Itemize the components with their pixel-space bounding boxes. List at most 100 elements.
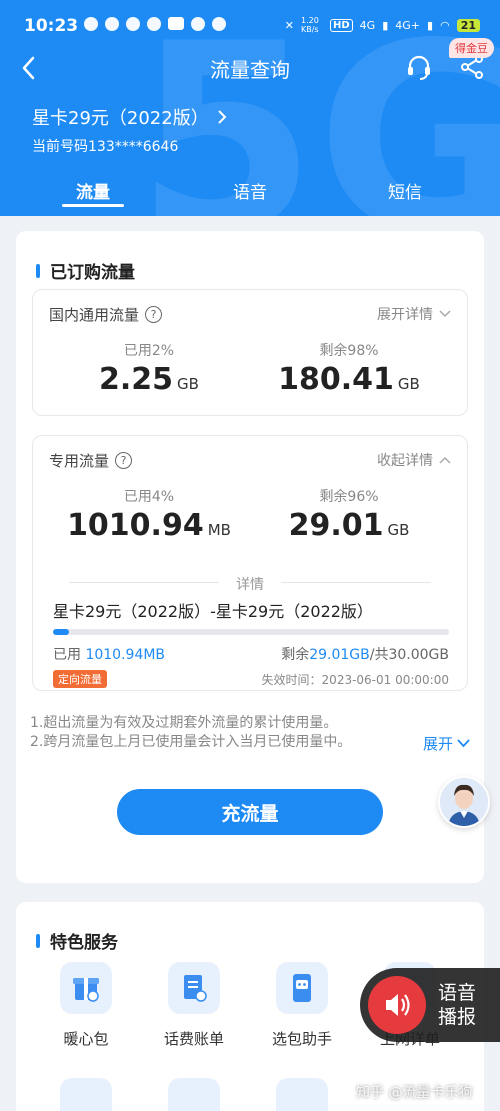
app-notification-icon bbox=[191, 17, 205, 31]
remain-unit: GB bbox=[387, 521, 410, 539]
telegram-icon bbox=[212, 17, 226, 31]
section-title: 已订购流量 bbox=[36, 258, 135, 283]
title-accent-bar bbox=[36, 933, 40, 948]
section-title-text: 已订购流量 bbox=[50, 263, 135, 283]
remain-label: 剩余98% bbox=[319, 343, 379, 359]
remaining-stat: 剩余98% 180.41 GB bbox=[259, 340, 439, 397]
used-prefix: 已用 bbox=[53, 647, 81, 663]
signal-label: 4G bbox=[359, 18, 376, 32]
note-line: 2.跨月流量包上月已使用量会计入当月已使用量中。 bbox=[30, 734, 352, 750]
domestic-title: 国内通用流量 bbox=[49, 306, 140, 324]
detail-divider: 详情 bbox=[49, 574, 451, 593]
wechat-icon bbox=[126, 17, 140, 31]
mute-icon: ✕ bbox=[284, 18, 294, 32]
signal-bars-icon: ▮ bbox=[382, 18, 389, 32]
toggle-label: 收起详情 bbox=[377, 453, 433, 469]
used-unit: GB bbox=[177, 375, 199, 393]
service-label: 暖心包 bbox=[63, 1030, 109, 1048]
app-notification-icon bbox=[168, 17, 184, 30]
collapse-details-toggle[interactable]: 收起详情 bbox=[377, 450, 451, 470]
plan-name[interactable]: 星卡29元（2022版） bbox=[32, 104, 227, 130]
coin-badge[interactable]: 得金豆 bbox=[449, 38, 494, 58]
remain-amount-line: 剩余29.01GB/共30.00GB bbox=[281, 644, 449, 664]
nav-bar: 流量查询 得金豆 bbox=[0, 38, 500, 88]
remain-number: 180.41 bbox=[278, 362, 394, 397]
tab-data[interactable]: 流量 bbox=[62, 178, 124, 203]
domestic-data-box: 国内通用流量 ? 展开详情 已用2% 2.25 GB 剩余98% 180.41 GB bbox=[32, 289, 468, 416]
usage-notes: 1.超出流量为有效及过期套外流量的累计使用量。 2.跨月流量包上月已使用量会计入… bbox=[30, 714, 351, 752]
expand-details-toggle[interactable]: 展开详情 bbox=[377, 304, 451, 324]
expiry-time: 失效时间：2023-06-01 00:00:00 bbox=[261, 673, 449, 687]
signal-bars-icon: ▮ bbox=[427, 18, 434, 32]
subscribed-data-card: 已订购流量 国内通用流量 ? 展开详情 已用2% 2.25 GB 剩余98% 18… bbox=[16, 231, 484, 883]
used-amount: 1010.94MB bbox=[85, 647, 166, 663]
used-label: 已用2% bbox=[123, 343, 175, 359]
dedicated-data-box: 专用流量 ? 收起详情 已用4% 1010.94 MB 剩余96% 29.01 GB… bbox=[32, 435, 468, 691]
current-number: 当前号码133****6646 bbox=[32, 139, 179, 155]
section-title-text: 特色服务 bbox=[50, 933, 118, 953]
service-more[interactable] bbox=[32, 1078, 140, 1111]
title-accent-bar bbox=[36, 263, 40, 278]
status-bar: 10:23 ✕ 1.20 KB/s HD 4G ▮ 4G+ ▮ ◠ 21 bbox=[0, 0, 500, 48]
plan-name-text: 星卡29元（2022版） bbox=[32, 108, 209, 129]
document-check-icon bbox=[168, 1078, 220, 1111]
gift-icon bbox=[60, 962, 112, 1014]
remain-unit: GB bbox=[397, 375, 420, 393]
remain-prefix: 剩余 bbox=[281, 647, 310, 663]
used-number: 2.25 bbox=[99, 362, 174, 397]
used-stat: 已用2% 2.25 GB bbox=[59, 340, 239, 397]
used-value: 1010.94 MB bbox=[59, 508, 239, 543]
app-notification-icon bbox=[84, 17, 98, 31]
voice-broadcast-button[interactable]: 语音 播报 bbox=[360, 968, 500, 1042]
recharge-data-button[interactable]: 充流量 bbox=[117, 789, 383, 835]
expand-notes-link[interactable]: 展开 bbox=[423, 733, 470, 754]
directional-data-tag: 定向流量 bbox=[53, 670, 107, 688]
service-label: 话费账单 bbox=[163, 1030, 224, 1048]
weibo-icon bbox=[147, 17, 161, 31]
headset-icon[interactable] bbox=[406, 54, 432, 80]
service-plan-assistant[interactable]: 选包助手 bbox=[248, 962, 356, 1049]
usage-progress-fill bbox=[53, 629, 69, 635]
usage-progress-bar bbox=[53, 629, 449, 635]
id-card-icon bbox=[276, 1078, 328, 1111]
used-value: 2.25 GB bbox=[59, 362, 239, 397]
chevron-up-icon bbox=[439, 456, 451, 464]
box-title: 国内通用流量 ? bbox=[49, 304, 163, 325]
assistant-avatar[interactable] bbox=[438, 776, 490, 828]
remaining-stat: 剩余96% 29.01 GB bbox=[259, 486, 439, 543]
chart-icon bbox=[60, 1078, 112, 1111]
help-icon[interactable]: ? bbox=[115, 452, 133, 469]
service-phone-bill[interactable]: 话费账单 bbox=[140, 962, 248, 1049]
service-more[interactable] bbox=[248, 1078, 356, 1111]
voice-label-line2: 播报 bbox=[438, 1006, 477, 1028]
bill-icon bbox=[168, 962, 220, 1014]
status-right: ✕ 1.20 KB/s HD 4G ▮ 4G+ ▮ ◠ 21 bbox=[285, 16, 480, 34]
used-amount-line: 已用 1010.94MB bbox=[53, 644, 165, 664]
box-title: 专用流量 ? bbox=[49, 450, 133, 471]
remain-number: 29.01 bbox=[288, 508, 384, 543]
notification-icons bbox=[84, 17, 226, 31]
voice-label-line1: 语音 bbox=[438, 982, 477, 1004]
net-speed: 1.20 KB/s bbox=[301, 16, 319, 34]
note-line: 1.超出流量为有效及过期套外流量的累计使用量。 bbox=[30, 715, 338, 731]
help-icon[interactable]: ? bbox=[145, 306, 163, 323]
expand-label: 展开 bbox=[422, 735, 453, 753]
used-label: 已用4% bbox=[123, 489, 175, 505]
wifi-icon: ◠ bbox=[440, 18, 450, 32]
robot-icon bbox=[276, 962, 328, 1014]
used-unit: MB bbox=[207, 521, 231, 539]
package-name: 星卡29元（2022版）-星卡29元（2022版） bbox=[53, 602, 373, 621]
speaker-icon bbox=[368, 976, 426, 1034]
toggle-label: 展开详情 bbox=[377, 307, 433, 323]
tab-bar: 流量 语音 短信 bbox=[0, 176, 500, 212]
service-more[interactable] bbox=[140, 1078, 248, 1111]
tab-sms[interactable]: 短信 bbox=[374, 178, 436, 203]
used-number: 1010.94 bbox=[67, 508, 204, 543]
remain-label: 剩余96% bbox=[319, 489, 379, 505]
total-amount: /共30.00GB bbox=[369, 647, 449, 663]
detail-label: 详情 bbox=[236, 577, 264, 593]
remain-value: 180.41 GB bbox=[259, 362, 439, 397]
remain-amount: 29.01GB bbox=[309, 647, 370, 663]
service-warm-package[interactable]: 暖心包 bbox=[32, 962, 140, 1049]
tab-voice[interactable]: 语音 bbox=[219, 178, 281, 203]
